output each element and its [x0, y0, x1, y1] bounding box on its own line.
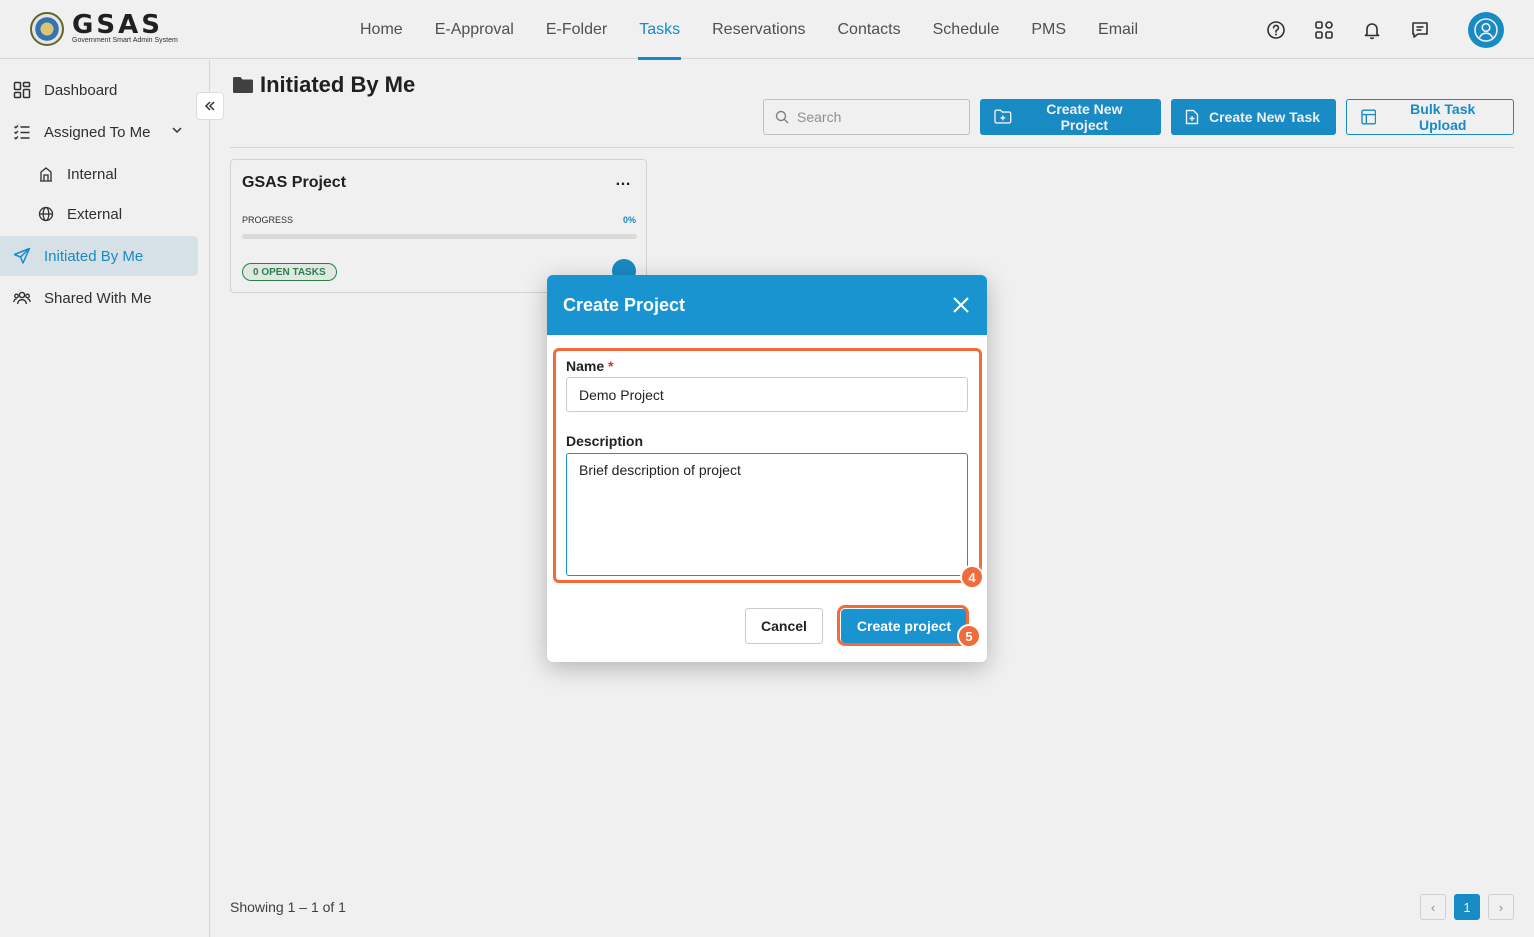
create-project-button[interactable]: Create project: [841, 609, 967, 643]
name-label: Name *: [566, 358, 614, 374]
dialog-title: Create Project: [563, 295, 686, 315]
create-project-dialog: Create Project Name * Description Brief …: [547, 275, 987, 662]
close-icon[interactable]: [951, 295, 971, 315]
description-label: Description: [566, 433, 644, 449]
step-badge-4: 4: [960, 565, 984, 589]
cancel-button[interactable]: Cancel: [745, 608, 823, 644]
dialog-header: Create Project: [547, 275, 987, 335]
project-description-textarea[interactable]: Brief description of project: [566, 453, 968, 576]
project-name-input[interactable]: [566, 377, 968, 412]
required-asterisk: *: [608, 358, 614, 374]
collapse-sidebar-icon[interactable]: [196, 92, 224, 120]
step-badge-5: 5: [957, 624, 981, 648]
